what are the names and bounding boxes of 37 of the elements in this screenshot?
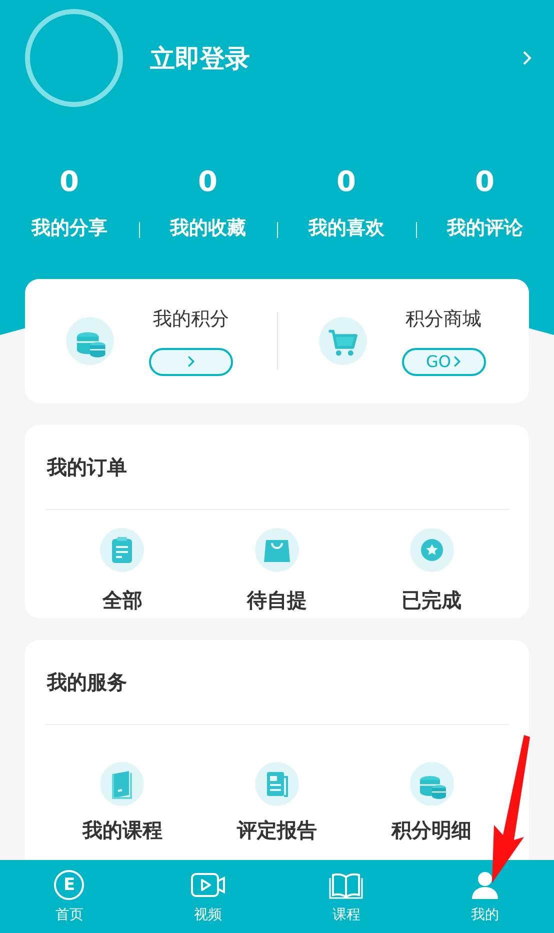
chevron-icon [453,355,461,368]
go-button[interactable]: GO [402,348,486,376]
stat-label[interactable]: 我的收藏 [170,216,246,240]
stat-label[interactable]: 我的分享 [31,216,108,240]
coins-icon [66,317,114,365]
tab[interactable]: 课程 [277,860,416,933]
menu-item[interactable]: 我的课程 [45,762,200,843]
stat-count: 0 [60,166,79,198]
stat-count: 0 [475,166,494,198]
video-camera-icon[interactable] [190,870,226,900]
stat-label[interactable]: 我的评论 [446,216,523,240]
stat-count: 0 [336,166,356,198]
book-icon [100,762,144,806]
avatar[interactable] [25,9,123,107]
menu-item[interactable]: 评定报告 [200,762,354,843]
points-title: 我的积分 [153,306,229,330]
section-title: 我的订单 [46,454,128,481]
login-link[interactable]: 立即登录 [150,42,522,74]
section-title: 我的服务 [46,669,128,696]
bag-icon [254,528,299,572]
cart-icon [318,317,366,365]
chevron-icon [187,355,195,368]
clipboard-icon [100,528,144,572]
tab[interactable]: 视频 [138,860,277,933]
points-title: 积分商城 [406,306,482,330]
chevron-icon [522,50,532,66]
stat-label[interactable]: 我的喜欢 [308,216,384,240]
tab[interactable]: E 首页 [0,860,138,933]
stat-count: 0 [198,166,218,198]
menu-item[interactable]: 待自提 [200,528,354,613]
menu-item[interactable]: 已完成 [354,528,509,613]
go-button[interactable] [149,348,233,376]
menu-item[interactable]: 全部 [45,528,200,613]
tab[interactable]: 我的 [416,860,554,933]
home-icon[interactable]: E [54,870,84,900]
report-icon [254,762,299,806]
coins-icon [410,762,454,806]
